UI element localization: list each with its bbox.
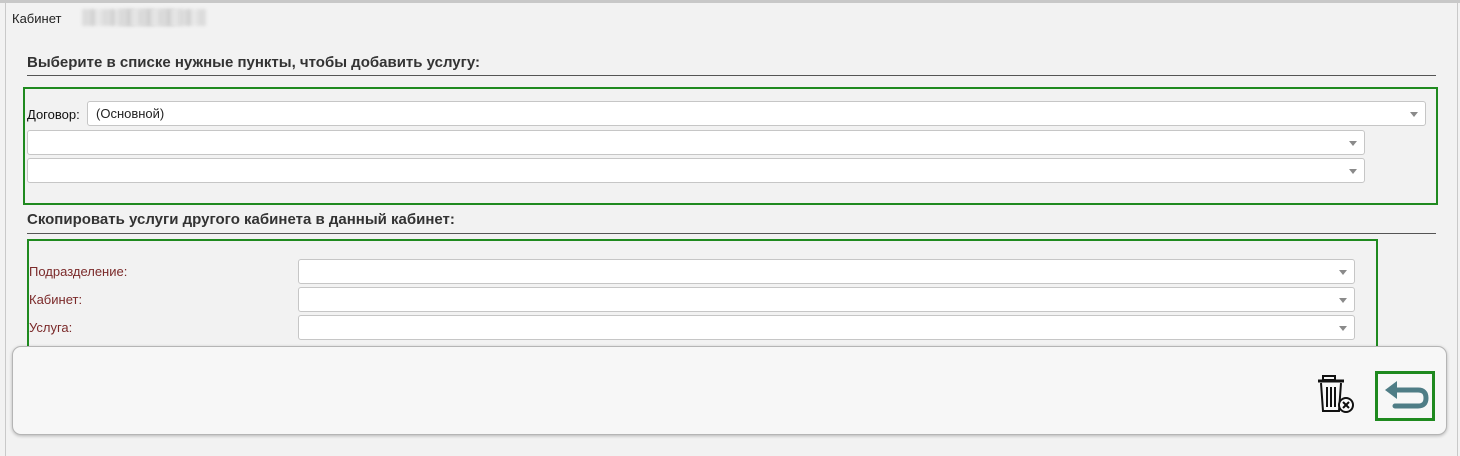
delete-button[interactable] bbox=[1315, 372, 1357, 416]
service-label: Услуга: bbox=[29, 320, 73, 335]
undo-arrow-icon bbox=[1385, 381, 1429, 409]
chevron-down-icon bbox=[1339, 298, 1347, 303]
back-button[interactable] bbox=[1375, 371, 1435, 421]
redacted-cabinet-name-2 bbox=[118, 9, 206, 26]
add-service-title: Выберите в списке нужные пункты, чтобы д… bbox=[27, 54, 481, 71]
footer-toolbar bbox=[12, 346, 1447, 435]
cabinet-title: Кабинет bbox=[12, 11, 62, 26]
service-category-select[interactable] bbox=[27, 130, 1365, 155]
chevron-down-icon bbox=[1339, 270, 1347, 275]
service-select[interactable] bbox=[27, 158, 1365, 183]
contract-select-value: (Основной) bbox=[96, 106, 165, 121]
cabinet-label: Кабинет: bbox=[29, 292, 83, 307]
trash-x-icon bbox=[1318, 375, 1354, 413]
contract-label: Договор: bbox=[27, 107, 80, 122]
chevron-down-icon bbox=[1349, 169, 1357, 174]
copy-services-divider bbox=[27, 233, 1436, 234]
cabinet-select[interactable] bbox=[298, 287, 1355, 312]
copy-services-title: Скопировать услуги другого кабинета в да… bbox=[27, 211, 455, 228]
contract-select[interactable]: (Основной) bbox=[87, 101, 1426, 126]
copy-service-select[interactable] bbox=[298, 315, 1355, 340]
department-select[interactable] bbox=[298, 259, 1355, 284]
chevron-down-icon bbox=[1349, 141, 1357, 146]
chevron-down-icon bbox=[1339, 326, 1347, 331]
chevron-down-icon bbox=[1410, 112, 1418, 117]
add-service-divider bbox=[27, 75, 1436, 76]
department-label: Подразделение: bbox=[29, 264, 128, 279]
